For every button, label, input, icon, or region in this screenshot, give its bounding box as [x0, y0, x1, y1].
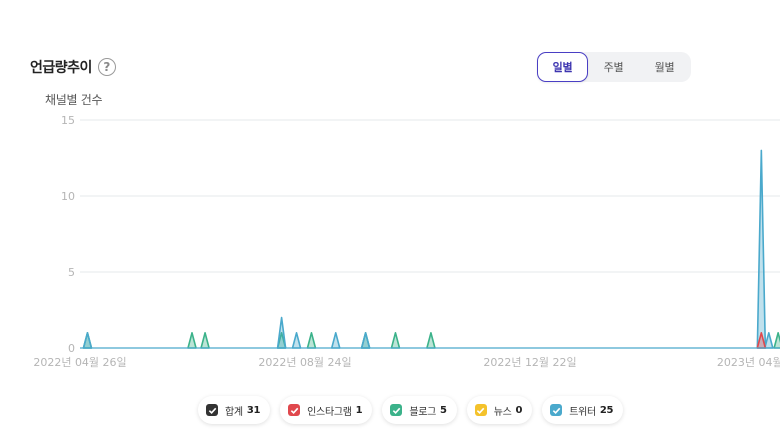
- data-spike: [773, 332, 780, 349]
- data-spike: [756, 149, 767, 349]
- x-tick-label: 2023년 04월 2: [717, 356, 780, 369]
- data-spike: [187, 332, 197, 349]
- mention-trend-chart: 0 5 10 15 2022년 04월 26일 2022년 08월 24일 2022년 1…: [33, 114, 780, 369]
- legend-label: 트위터: [569, 406, 596, 418]
- check-icon: [208, 407, 216, 414]
- check-icon: [476, 407, 485, 414]
- x-tick-label: 2022년 08월 24일: [258, 355, 351, 369]
- legend-item-instagram[interactable]: 인스타그램 1: [280, 396, 373, 424]
- data-spike: [291, 332, 302, 349]
- data-spike: [306, 332, 317, 349]
- legend-count: 0: [515, 404, 523, 416]
- legend-label: 블로그: [409, 406, 437, 418]
- y-tick-label: 0: [68, 342, 75, 355]
- tab-monthly[interactable]: 월별: [639, 52, 690, 82]
- legend-label: 뉴스: [493, 406, 512, 418]
- y-tick-label: 5: [68, 266, 75, 279]
- y-tick-label: 10: [61, 190, 75, 203]
- data-spike: [426, 332, 436, 349]
- checkbox-instagram[interactable]: [288, 404, 301, 416]
- legend-count: 5: [440, 404, 447, 416]
- legend-count: 25: [599, 404, 614, 416]
- checkbox-news[interactable]: [474, 404, 487, 416]
- chart-legend: 합계 31 인스타그램 1 블로그 5 뉴스 0 트위터 25: [198, 396, 624, 424]
- data-spike: [82, 332, 93, 349]
- y-tick-label: 15: [61, 114, 75, 127]
- x-tick-label: 2022년 04월 26일: [33, 355, 126, 369]
- data-spike: [390, 332, 401, 349]
- tab-daily[interactable]: 일별: [537, 52, 588, 82]
- legend-item-total[interactable]: 합계 31: [198, 396, 271, 424]
- data-spike: [200, 332, 210, 349]
- legend-label: 합계: [225, 406, 243, 418]
- check-icon: [552, 407, 561, 414]
- data-spike: [360, 332, 371, 349]
- check-icon: [290, 407, 298, 414]
- data-spike: [276, 316, 287, 349]
- checkbox-twitter[interactable]: [550, 404, 563, 416]
- section-title: 언급량추이: [30, 60, 92, 76]
- checkbox-blog[interactable]: [390, 404, 403, 416]
- check-icon: [392, 407, 401, 414]
- period-toggle: 일별 주별 월별: [537, 52, 691, 82]
- x-tick-label: 2022년 12월 22일: [483, 355, 576, 369]
- legend-count: 31: [246, 404, 261, 416]
- legend-item-news[interactable]: 뉴스 0: [466, 396, 533, 424]
- data-spike: [330, 332, 341, 349]
- tab-weekly[interactable]: 주별: [588, 52, 639, 82]
- checkbox-total[interactable]: [206, 404, 218, 416]
- data-spike: [764, 332, 774, 349]
- help-icon[interactable]: ?: [97, 58, 116, 76]
- chart-header: 언급량추이 ?: [30, 56, 116, 78]
- legend-item-twitter[interactable]: 트위터 25: [542, 396, 624, 424]
- legend-count: 1: [355, 404, 363, 416]
- legend-item-blog[interactable]: 블로그 5: [382, 396, 457, 424]
- legend-label: 인스타그램: [307, 406, 352, 418]
- chart-subtitle: 채널별 건수: [45, 93, 103, 107]
